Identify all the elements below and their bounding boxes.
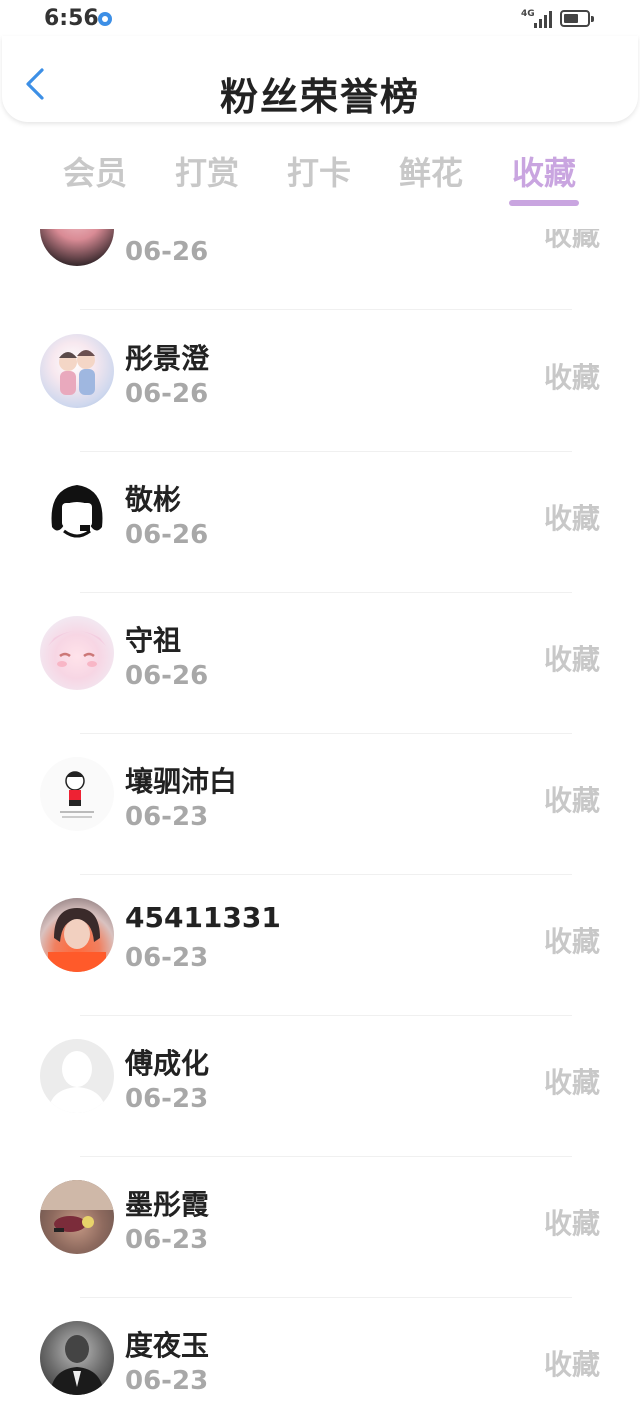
favorite-label: 收藏 [543,925,600,958]
status-time: 6:56 [44,6,99,31]
avatar-photo-girl-icon[interactable] [40,898,114,972]
avatar-photo-man-icon[interactable] [40,1321,114,1395]
tab-favorite[interactable]: 收藏 [494,148,594,194]
divider [80,309,572,310]
favorite-label: 收藏 [543,361,600,394]
tab-member[interactable]: 会员 [45,148,145,194]
favorite-label: 收藏 [543,1066,600,1099]
battery-icon [560,10,594,27]
avatar-photo-icon[interactable] [40,229,114,266]
date: 06-23 [125,943,209,973]
favorite-label: 收藏 [543,229,600,252]
date: 06-23 [125,1084,209,1114]
user-name: 45411331 [125,901,281,934]
tab-indicator [509,200,579,206]
user-name: 壤驷沛白 [125,765,238,798]
favorite-label: 收藏 [543,1348,600,1381]
notification-icon [98,12,112,26]
tab-flower[interactable]: 鲜花 [381,148,481,194]
date: 06-26 [125,661,209,691]
list-item: 壤驷沛白 06-23 收藏 [0,734,640,875]
favorite-label: 收藏 [543,502,600,535]
avatar-cartoon-boy-icon[interactable] [40,757,114,831]
list-item: 守祖 06-26 收藏 [0,593,640,734]
user-name: 彤景澄 [125,342,210,375]
date: 06-26 [125,520,209,550]
date: 06-23 [125,802,209,832]
user-name: 墨彤霞 [125,1188,210,1221]
date: 06-26 [125,379,209,409]
list-item: 傅成化 06-23 收藏 [0,1016,640,1157]
user-name: 敬彬 [125,483,182,516]
user-name: 度夜玉 [125,1329,210,1362]
avatar-black-hair-girl-icon[interactable] [40,475,114,549]
list-item: 45411331 06-23 收藏 [0,875,640,1016]
list-item: 敬彬 06-26 收藏 [0,452,640,593]
date: 06-23 [125,1366,209,1396]
fan-list[interactable]: 06-26 收藏 彤景澄 06-26 收藏 敬彬 06-26 收藏 守祖 06-… [0,229,640,1422]
favorite-label: 收藏 [543,784,600,817]
date: 06-23 [125,1225,209,1255]
status-bar: 6:56 4G [0,0,640,40]
avatar-default-icon[interactable] [40,1039,114,1113]
avatar-anime-girl-icon[interactable] [40,616,114,690]
list-item: 墨彤霞 06-23 收藏 [0,1157,640,1298]
tab-checkin[interactable]: 打卡 [269,148,369,194]
favorite-label: 收藏 [543,643,600,676]
favorite-label: 收藏 [543,1207,600,1240]
header: 粉丝荣誉榜 [2,36,638,122]
avatar-anime-couple-icon[interactable] [40,334,114,408]
user-name: 守祖 [125,624,182,657]
user-name: 傅成化 [125,1047,210,1080]
date: 06-26 [125,237,209,267]
list-item: 彤景澄 06-26 收藏 [0,311,640,452]
tab-reward[interactable]: 打赏 [157,148,257,194]
list-item: 06-26 收藏 [0,229,640,310]
avatar-photo-toy-icon[interactable] [40,1180,114,1254]
page-title: 粉丝荣誉榜 [219,75,420,119]
signal-icon [532,10,554,28]
list-item: 度夜玉 06-23 收藏 [0,1298,640,1422]
